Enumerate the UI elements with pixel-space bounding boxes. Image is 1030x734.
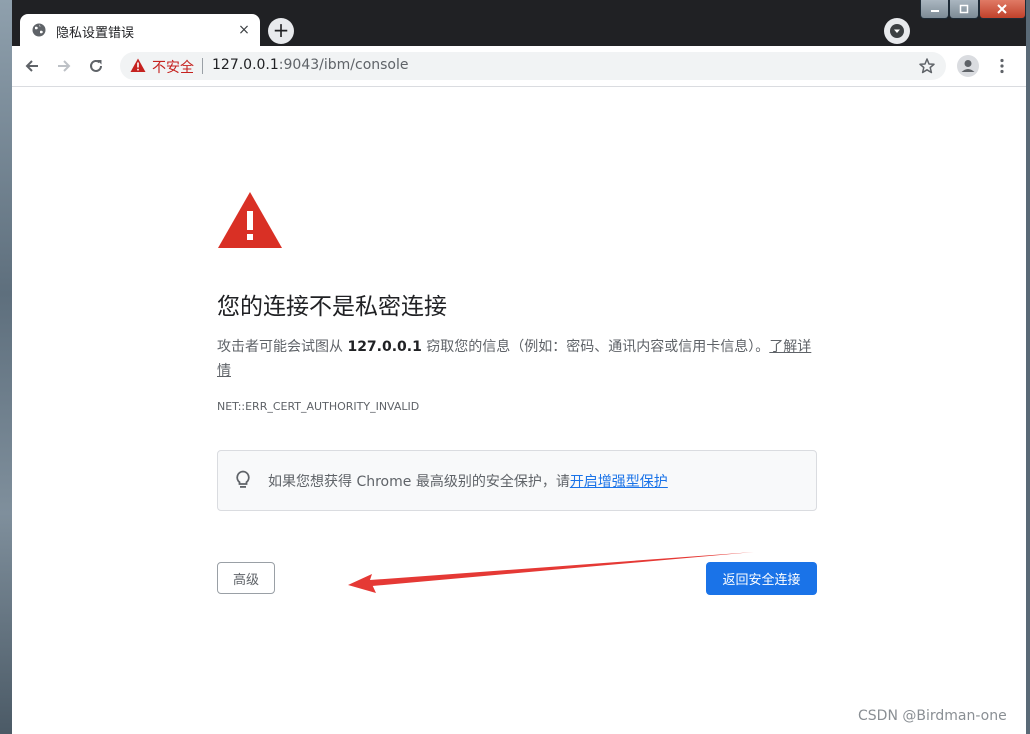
explanation-text: 攻击者可能会试图从 127.0.0.1 窃取您的信息（例如：密码、通讯内容或信用… [217, 335, 821, 383]
bookmark-star-icon[interactable] [918, 57, 936, 75]
security-status[interactable]: 不安全 [152, 57, 194, 77]
chevron-down-icon [890, 24, 904, 38]
url-text[interactable]: 127.0.0.1:9043/ibm/console [212, 57, 409, 73]
error-code: NET::ERR_CERT_AUTHORITY_INVALID [217, 400, 420, 413]
tab-strip: 隐私设置错误 × + [12, 0, 1026, 46]
menu-button[interactable] [990, 54, 1014, 78]
maximize-button[interactable] [949, 0, 979, 19]
explanation-suffix: 窃取您的信息（例如：密码、通讯内容或信用卡信息）。 [421, 339, 770, 355]
forward-button[interactable] [52, 54, 76, 78]
desktop-background [0, 0, 12, 734]
avatar-icon [957, 55, 979, 77]
url-host: 127.0.0.1 [212, 57, 279, 73]
warning-icon [218, 192, 282, 248]
page-title: 您的连接不是私密连接 [217, 294, 447, 320]
active-tab[interactable]: 隐私设置错误 × [20, 14, 260, 46]
annotation-arrow [348, 552, 754, 593]
window-controls [920, 0, 1026, 20]
enhanced-protection-banner: 如果您想获得 Chrome 最高级别的安全保护，请开启增强型保护 [217, 450, 817, 511]
lightbulb-icon [236, 470, 250, 488]
new-tab-button[interactable]: + [268, 18, 294, 44]
browser-toolbar: 不安全 127.0.0.1:9043/ibm/console [12, 46, 1026, 87]
minimize-icon [930, 10, 939, 12]
reload-button[interactable] [84, 54, 108, 78]
tab-close-icon[interactable]: × [234, 20, 254, 40]
close-icon [997, 4, 1008, 14]
arrow-left-icon [25, 60, 38, 72]
desktop-background-right [1026, 0, 1030, 734]
advanced-button[interactable]: 高级 [217, 562, 275, 594]
warning-triangle-icon [130, 58, 146, 72]
close-window-button[interactable] [978, 0, 1026, 19]
tab-title: 隐私设置错误 [56, 26, 135, 41]
maximize-icon [959, 4, 969, 14]
back-button[interactable] [20, 54, 44, 78]
tab-search-button[interactable] [884, 18, 910, 44]
enhanced-protection-message: 如果您想获得 Chrome 最高级别的安全保护，请 [268, 474, 570, 490]
interstitial-page: 您的连接不是私密连接 攻击者可能会试图从 127.0.0.1 窃取您的信息（例如… [12, 87, 1026, 734]
enhanced-protection-link[interactable]: 开启增强型保护 [570, 474, 668, 490]
enhanced-protection-text: 如果您想获得 Chrome 最高级别的安全保护，请开启增强型保护 [268, 471, 668, 491]
arrow-right-icon [58, 60, 71, 72]
explanation-host: 127.0.0.1 [347, 339, 422, 355]
watermark: CSDN @Birdman-one [858, 708, 1007, 724]
url-path: :9043/ibm/console [278, 57, 409, 73]
profile-button[interactable] [956, 54, 980, 78]
address-bar[interactable]: 不安全 127.0.0.1:9043/ibm/console [120, 52, 946, 80]
explanation-prefix: 攻击者可能会试图从 [217, 339, 348, 355]
globe-icon [32, 23, 46, 37]
omnibox-divider [202, 58, 203, 74]
browser-window: 隐私设置错误 × + 不安全 127.0.0.1:9043/ibm/consol… [12, 0, 1026, 734]
reload-icon [90, 59, 102, 72]
minimize-button[interactable] [920, 0, 950, 19]
more-vert-icon [1000, 58, 1004, 74]
